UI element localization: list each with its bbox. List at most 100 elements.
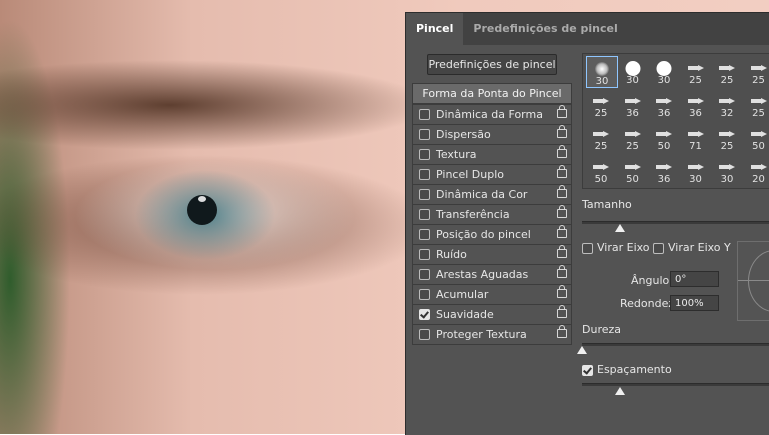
- option-checkbox[interactable]: [419, 129, 430, 140]
- hardness-slider-thumb[interactable]: [577, 346, 587, 354]
- spacing-checkbox[interactable]: [582, 365, 593, 376]
- option-label: Ruído: [436, 245, 467, 264]
- brush-preset-cell[interactable]: 50: [618, 155, 648, 185]
- lock-icon[interactable]: [557, 129, 567, 138]
- brush-preset-cell[interactable]: 50: [586, 155, 616, 185]
- option-row[interactable]: Dinâmica da Forma: [413, 104, 571, 124]
- spacing-slider-track[interactable]: [582, 383, 769, 386]
- brush-preset-cell[interactable]: 25: [744, 89, 769, 119]
- brush-preset-cell[interactable]: 36: [649, 155, 679, 185]
- brush-tool-icon: [719, 97, 735, 105]
- option-checkbox[interactable]: [419, 269, 430, 280]
- brush-angle-preview[interactable]: [737, 241, 769, 321]
- lock-icon[interactable]: [557, 149, 567, 158]
- option-row[interactable]: Ruído: [413, 244, 571, 264]
- size-slider-track[interactable]: [582, 221, 769, 224]
- roundness-input[interactable]: 100%: [670, 295, 719, 311]
- brush-size-label: 30: [618, 75, 648, 86]
- brush-preset-cell[interactable]: 36: [681, 89, 711, 119]
- brush-tool-icon: [593, 163, 609, 171]
- brush-tool-icon: [625, 97, 641, 105]
- lock-icon[interactable]: [557, 209, 567, 218]
- brush-preset-cell[interactable]: 25: [681, 56, 711, 86]
- lock-icon[interactable]: [557, 289, 567, 298]
- brush-preset-cell[interactable]: 30: [586, 56, 618, 88]
- option-row[interactable]: Dispersão: [413, 124, 571, 144]
- brush-size-label: 20: [744, 174, 769, 185]
- brush-size-label: 25: [744, 75, 769, 86]
- option-checkbox[interactable]: [419, 229, 430, 240]
- spacing-slider-thumb[interactable]: [615, 387, 625, 395]
- brush-tool-icon: [656, 97, 672, 105]
- brush-panel: Pincel Predefinições de pincel Predefini…: [405, 12, 769, 435]
- brush-preset-cell[interactable]: 30: [618, 56, 648, 86]
- brush-preset-cell[interactable]: 25: [586, 89, 616, 119]
- option-label: Posição do pincel: [436, 225, 531, 244]
- brush-tool-icon: [751, 64, 767, 72]
- option-row[interactable]: Pincel Duplo: [413, 164, 571, 184]
- option-row[interactable]: Arestas Aguadas: [413, 264, 571, 284]
- brush-preset-cell[interactable]: 32: [712, 89, 742, 119]
- brush-preset-cell[interactable]: 71: [681, 122, 711, 152]
- flip-x-checkbox[interactable]: [582, 243, 593, 254]
- lock-icon[interactable]: [557, 329, 567, 338]
- option-checkbox[interactable]: [419, 189, 430, 200]
- option-row[interactable]: Acumular: [413, 284, 571, 304]
- brush-size-label: 25: [586, 141, 616, 152]
- brush-preset-cell[interactable]: 50: [649, 122, 679, 152]
- flip-y-checkbox[interactable]: [653, 243, 664, 254]
- brush-tool-icon: [625, 163, 641, 171]
- option-row[interactable]: Proteger Textura: [413, 324, 571, 344]
- option-checkbox[interactable]: [419, 169, 430, 180]
- brush-tool-icon: [593, 130, 609, 138]
- brush-preset-cell[interactable]: 30: [712, 155, 742, 185]
- brush-size-label: 50: [649, 141, 679, 152]
- option-checkbox[interactable]: [419, 329, 430, 340]
- brush-preset-cell[interactable]: 36: [649, 89, 679, 119]
- option-row[interactable]: Dinâmica da Cor: [413, 184, 571, 204]
- option-checkbox[interactable]: [419, 249, 430, 260]
- angle-label: Ângulo:: [631, 274, 673, 287]
- brush-preset-cell[interactable]: 50: [744, 122, 769, 152]
- brush-preset-cell[interactable]: 25: [744, 56, 769, 86]
- lock-icon[interactable]: [557, 269, 567, 278]
- option-checkbox[interactable]: [419, 109, 430, 120]
- brush-size-label: 50: [618, 174, 648, 185]
- lock-icon[interactable]: [557, 109, 567, 118]
- brush-presets-button[interactable]: Predefinições de pincel: [427, 54, 557, 75]
- brush-preset-cell[interactable]: 30: [649, 56, 679, 86]
- brush-size-label: 36: [649, 108, 679, 119]
- brush-size-label: 36: [681, 108, 711, 119]
- brush-preset-cell[interactable]: 25: [712, 122, 742, 152]
- tab-pincel[interactable]: Pincel: [406, 13, 463, 45]
- lock-icon[interactable]: [557, 169, 567, 178]
- option-row[interactable]: Posição do pincel: [413, 224, 571, 244]
- tip-shape-item[interactable]: Forma da Ponta do Pincel: [412, 83, 572, 104]
- brush-preset-cell[interactable]: 30: [681, 155, 711, 185]
- option-row[interactable]: Suavidade: [413, 304, 571, 324]
- brush-preset-cell[interactable]: 25: [712, 56, 742, 86]
- lock-icon[interactable]: [557, 309, 567, 318]
- lock-icon[interactable]: [557, 229, 567, 238]
- lock-icon[interactable]: [557, 249, 567, 258]
- angle-input[interactable]: 0°: [670, 271, 719, 287]
- brush-tool-icon: [719, 64, 735, 72]
- tab-brush-presets[interactable]: Predefinições de pincel: [463, 13, 627, 45]
- lock-icon[interactable]: [557, 189, 567, 198]
- brush-preset-cell[interactable]: 36: [618, 89, 648, 119]
- option-checkbox[interactable]: [419, 309, 430, 320]
- option-row[interactable]: Transferência: [413, 204, 571, 224]
- hardness-slider-track[interactable]: [582, 343, 769, 346]
- size-slider-thumb[interactable]: [615, 224, 625, 232]
- option-label: Arestas Aguadas: [436, 265, 528, 284]
- option-checkbox[interactable]: [419, 149, 430, 160]
- brush-size-label: 36: [649, 174, 679, 185]
- brush-preset-cell[interactable]: 20: [744, 155, 769, 185]
- brush-preset-cell[interactable]: 25: [586, 122, 616, 152]
- option-label: Proteger Textura: [436, 325, 527, 344]
- option-row[interactable]: Textura: [413, 144, 571, 164]
- option-checkbox[interactable]: [419, 209, 430, 220]
- brush-preset-cell[interactable]: 25: [618, 122, 648, 152]
- brush-tool-icon: [625, 130, 641, 138]
- option-checkbox[interactable]: [419, 289, 430, 300]
